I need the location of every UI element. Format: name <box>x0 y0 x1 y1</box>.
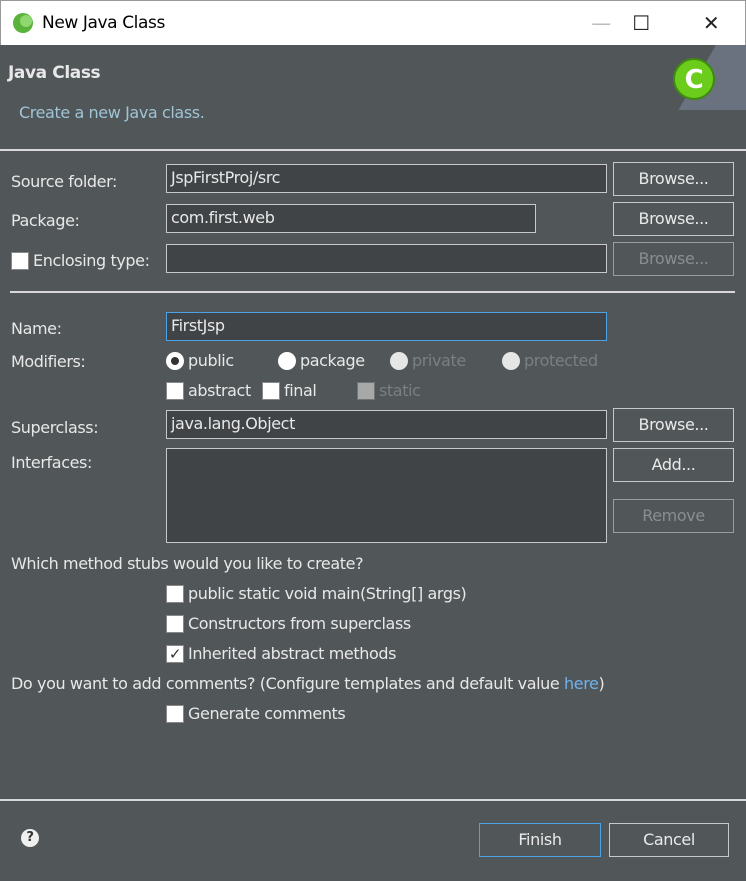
abstract-checkbox[interactable] <box>166 381 184 400</box>
source-folder-input[interactable]: JspFirstProj/src <box>166 164 607 193</box>
stubs-question: Which method stubs would you like to cre… <box>11 554 364 573</box>
constructors-label: Constructors from superclass <box>188 614 411 633</box>
private-radio[interactable] <box>390 351 408 370</box>
final-checkbox[interactable] <box>262 381 280 400</box>
name-input[interactable]: FirstJsp <box>166 312 607 341</box>
comments-question: Do you want to add comments? (Configure … <box>11 674 565 693</box>
add-interface-button[interactable]: Add... <box>613 448 734 482</box>
generate-comments-label: Generate comments <box>188 704 346 723</box>
private-label: private <box>412 351 466 370</box>
finish-button[interactable]: Finish <box>479 823 601 857</box>
name-label: Name: <box>11 319 62 338</box>
constructors-checkbox[interactable] <box>166 614 184 633</box>
static-checkbox[interactable] <box>357 381 375 400</box>
package-label: Package: <box>11 211 80 230</box>
comments-question-end: ) <box>598 674 605 693</box>
source-folder-label: Source folder: <box>11 172 117 191</box>
enclosing-type-input[interactable] <box>166 244 607 273</box>
svg-text:C: C <box>685 65 704 95</box>
public-label: public <box>188 351 234 370</box>
main-stub-checkbox[interactable] <box>166 584 184 603</box>
page-title: Java Class <box>8 63 101 83</box>
enclosing-type-browse-button[interactable]: Browse... <box>613 242 734 276</box>
interfaces-list[interactable] <box>166 448 607 543</box>
cancel-button[interactable]: Cancel <box>609 823 729 857</box>
enclosing-type-checkbox[interactable] <box>11 251 29 270</box>
java-class-icon: C <box>673 58 715 100</box>
generate-comments-checkbox[interactable] <box>166 704 184 723</box>
modifiers-label: Modifiers: <box>11 352 86 371</box>
page-description: Create a new Java class. <box>19 103 205 122</box>
window-title: New Java Class <box>42 13 165 33</box>
source-folder-browse-button[interactable]: Browse... <box>613 162 734 196</box>
enclosing-type-label: Enclosing type: <box>33 251 150 270</box>
remove-interface-button[interactable]: Remove <box>613 499 734 533</box>
package-radio-label: package <box>300 351 365 370</box>
package-browse-button[interactable]: Browse... <box>613 202 734 236</box>
protected-label: protected <box>524 351 598 370</box>
separator <box>10 291 735 293</box>
inherited-methods-label: Inherited abstract methods <box>188 644 397 663</box>
minimize-button[interactable]: — <box>581 11 621 35</box>
inherited-methods-checkbox[interactable]: ✓ <box>166 644 184 663</box>
superclass-browse-button[interactable]: Browse... <box>613 408 734 442</box>
superclass-input[interactable]: java.lang.Object <box>166 410 607 439</box>
package-input[interactable]: com.first.web <box>166 204 536 233</box>
configure-templates-link[interactable]: here <box>564 674 599 693</box>
abstract-label: abstract <box>188 381 251 400</box>
eclipse-spring-icon <box>13 13 33 33</box>
title-bar: New Java Class — ☐ ✕ <box>0 0 746 45</box>
header-separator <box>0 149 746 151</box>
interfaces-label: Interfaces: <box>11 453 92 472</box>
static-label: static <box>379 381 421 400</box>
close-button[interactable]: ✕ <box>691 11 731 35</box>
package-radio[interactable] <box>278 351 296 370</box>
help-icon[interactable]: ? <box>21 829 39 847</box>
maximize-button[interactable]: ☐ <box>621 11 661 35</box>
final-label: final <box>284 381 317 400</box>
footer-separator <box>0 799 746 801</box>
protected-radio[interactable] <box>502 351 520 370</box>
superclass-label: Superclass: <box>11 418 99 437</box>
public-radio[interactable] <box>166 351 184 370</box>
main-stub-label: public static void main(String[] args) <box>188 584 467 603</box>
